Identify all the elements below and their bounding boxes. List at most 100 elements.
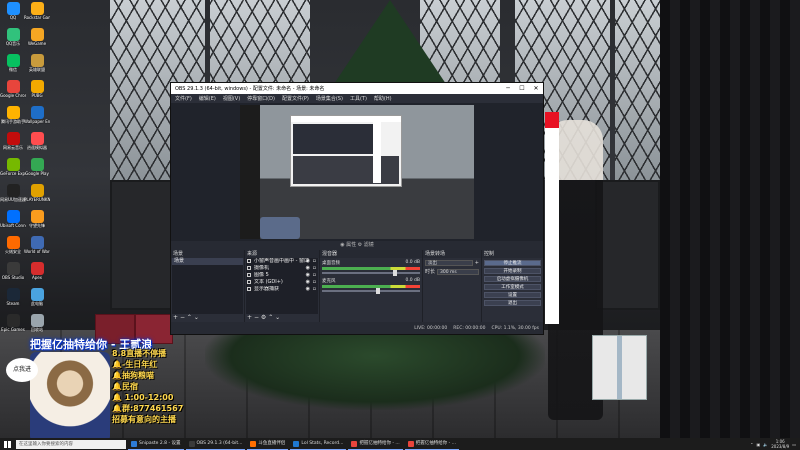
add-icon[interactable]: +: [173, 314, 178, 321]
desktop-icon[interactable]: 网易UU加速器: [0, 183, 26, 209]
volume-slider-knob[interactable]: [375, 288, 380, 294]
desktop-icon[interactable]: Google Play: [24, 157, 50, 183]
avatar-badge[interactable]: 点我进: [6, 358, 38, 382]
remove-icon[interactable]: −: [180, 314, 185, 321]
chevron-down-icon[interactable]: ⌄: [275, 314, 280, 321]
menu-item[interactable]: 视图(V): [223, 95, 240, 102]
maximize-icon[interactable]: ☐: [515, 85, 529, 92]
scenes-dock-title: 场景: [171, 250, 244, 258]
desktop-icon[interactable]: Rockstar Games: [24, 1, 50, 27]
desktop-icon[interactable]: WeGame: [24, 27, 50, 53]
app-icon: [6, 54, 20, 67]
desktop-icon[interactable]: 腾讯手游助手: [0, 105, 26, 131]
eye-icon[interactable]: ◉: [306, 265, 310, 272]
sources-dock-toolbar[interactable]: + − ⚙ ⌃ ⌄: [245, 314, 319, 322]
taskbar-clock[interactable]: 1:06 2023/8/9: [771, 439, 789, 449]
lock-icon[interactable]: ▫: [313, 272, 316, 279]
eye-icon[interactable]: ◉: [306, 272, 310, 279]
desktop-icon[interactable]: GeForce Experience: [0, 157, 26, 183]
desktop-icon[interactable]: QQ音乐: [0, 27, 26, 53]
lock-icon[interactable]: ▫: [313, 286, 316, 293]
menu-item[interactable]: 配置文件(P): [282, 95, 309, 102]
desktop-icon[interactable]: 逍遥模拟器: [24, 131, 50, 157]
control-button[interactable]: 停止推流: [484, 260, 541, 266]
eye-icon[interactable]: ◉: [306, 279, 310, 286]
desktop-icon[interactable]: 英雄联盟: [24, 53, 50, 79]
add-icon[interactable]: +: [475, 260, 479, 266]
desktop-icon[interactable]: Ubisoft Connect: [0, 209, 26, 235]
taskbar-search-input[interactable]: 在这里输入你要搜索的内容: [16, 439, 126, 449]
desktop-icon[interactable]: OBS Studio: [0, 261, 26, 287]
background-window[interactable]: [545, 112, 559, 324]
desktop-icon[interactable]: Epic Games: [0, 313, 26, 339]
desktop-icon[interactable]: Google Chrome: [0, 79, 26, 105]
control-button[interactable]: 退出: [484, 300, 541, 306]
source-item[interactable]: 文本 (GDI+) ◉ ▫: [246, 279, 318, 286]
lock-icon[interactable]: ▫: [313, 265, 316, 272]
desktop-icon[interactable]: 火绒安全: [0, 235, 26, 261]
menu-item[interactable]: 工具(T): [350, 95, 367, 102]
desktop-icon[interactable]: 守望先锋: [24, 209, 50, 235]
desktop-icon[interactable]: Wallpaper Engine: [24, 105, 50, 131]
eye-icon[interactable]: ◉: [306, 258, 310, 265]
gear-icon[interactable]: ⚙: [261, 314, 266, 321]
desktop-icon[interactable]: 网易云音乐: [0, 131, 26, 157]
menu-item[interactable]: 场景集合(S): [316, 95, 343, 102]
volume-slider-knob[interactable]: [392, 270, 397, 276]
desktop-icon[interactable]: Steam: [0, 287, 26, 313]
chevron-up-icon[interactable]: ⌃: [187, 314, 192, 321]
desktop-icon[interactable]: PLAYERUNKNOWN'S BATTLEGROUNDS: [24, 183, 50, 209]
network-icon[interactable]: ▣: [756, 442, 760, 447]
desktop-icon[interactable]: QQ: [0, 1, 26, 27]
taskbar-task[interactable]: 斗鱼直播伴侣: [247, 438, 289, 450]
desktop-icon[interactable]: World of Warcraft: [24, 235, 50, 261]
obs-window[interactable]: OBS 29.1.3 (64-bit, windows) - 配置文件: 未命名…: [170, 82, 544, 335]
volume-slider[interactable]: [322, 270, 420, 276]
control-button[interactable]: 设置: [484, 292, 541, 298]
lock-icon[interactable]: ▫: [313, 258, 316, 265]
chevron-up-icon[interactable]: ⌃: [750, 442, 753, 447]
desktop-icon[interactable]: Apex: [24, 261, 50, 287]
transition-select[interactable]: 淡出: [425, 260, 473, 266]
close-icon[interactable]: ✕: [529, 85, 543, 92]
lock-icon[interactable]: ▫: [313, 279, 316, 286]
desktop-icon[interactable]: 此电脑: [24, 287, 50, 313]
source-item[interactable]: 显示器捕获 ◉ ▫: [246, 286, 318, 293]
preview-toolbar[interactable]: ◉ 属性 ⚙ 滤镜: [171, 241, 543, 250]
duration-input[interactable]: 300 ms: [437, 268, 479, 275]
source-item[interactable]: 小窗声音画中画中 - 窗口 ◉ ▫: [246, 258, 318, 265]
volume-slider[interactable]: [322, 288, 420, 294]
minimize-icon[interactable]: ─: [501, 85, 515, 92]
menu-item[interactable]: 帮助(H): [374, 95, 392, 102]
scene-item[interactable]: 场景: [172, 258, 243, 265]
eye-icon[interactable]: ◉: [306, 286, 310, 293]
desktop-icon[interactable]: 微信: [0, 53, 26, 79]
obs-preview[interactable]: [171, 103, 543, 241]
taskbar-task[interactable]: OBS 29.1.3 (64-bit...: [185, 438, 246, 450]
control-button[interactable]: 开始录制: [484, 268, 541, 274]
start-button[interactable]: [0, 438, 14, 450]
taskbar-task[interactable]: 把握亿抽特给你 - ...: [404, 438, 460, 450]
taskbar-task[interactable]: Snipaste 2.8 - 设置: [128, 438, 184, 450]
menu-item[interactable]: 文件(F): [175, 95, 192, 102]
source-list[interactable]: 小窗声音画中画中 - 窗口 ◉ ▫ 摄像机 ◉ ▫ 图像 5 ◉ ▫ 文本 (GDI+) ◉ ▫ 显示器…: [246, 258, 318, 314]
add-icon[interactable]: +: [247, 314, 252, 321]
desktop-icon[interactable]: PUBG: [24, 79, 50, 105]
menu-item[interactable]: 编辑(E): [199, 95, 216, 102]
scene-list[interactable]: 场景: [172, 258, 243, 314]
menu-item[interactable]: 停靠窗口(D): [247, 95, 275, 102]
source-item[interactable]: 摄像机 ◉ ▫: [246, 265, 318, 272]
scenes-dock-toolbar[interactable]: + − ⌃ ⌄: [171, 314, 244, 322]
volume-icon[interactable]: 🔈: [763, 442, 768, 447]
control-button[interactable]: 启动虚拟摄像机: [484, 276, 541, 282]
control-button[interactable]: 工作室模式: [484, 284, 541, 290]
chevron-down-icon[interactable]: ⌄: [194, 314, 199, 321]
obs-title-bar[interactable]: OBS 29.1.3 (64-bit, windows) - 配置文件: 未命名…: [171, 83, 543, 94]
close-icon[interactable]: [545, 112, 559, 128]
taskbar-task[interactable]: Lol Stats, Record...: [290, 438, 347, 450]
notification-icon[interactable]: ▭: [792, 442, 796, 447]
chevron-up-icon[interactable]: ⌃: [268, 314, 273, 321]
remove-icon[interactable]: −: [254, 314, 259, 321]
taskbar-task[interactable]: 把握亿抽特给你 - ...: [348, 438, 403, 450]
source-item[interactable]: 图像 5 ◉ ▫: [246, 272, 318, 279]
